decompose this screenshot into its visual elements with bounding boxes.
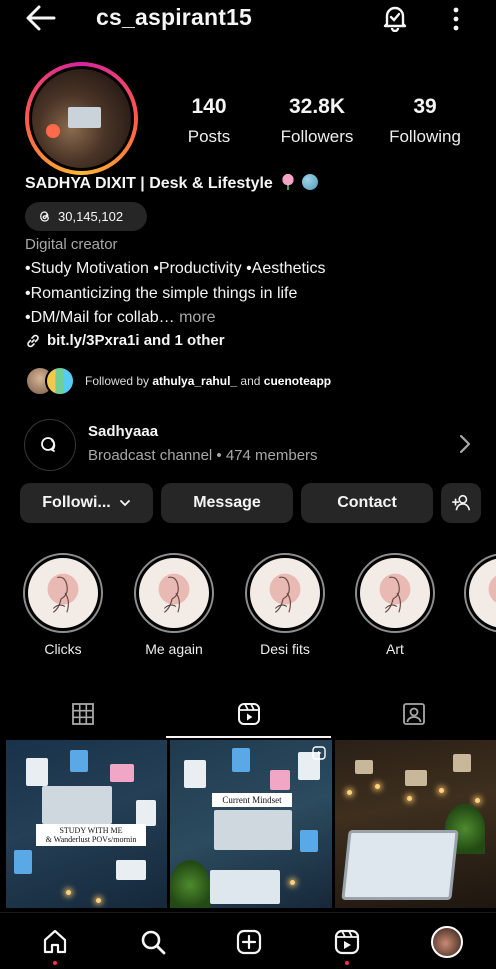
nav-create[interactable] [232, 925, 266, 959]
bio-line-3-text: •DM/Mail for collab… [25, 309, 175, 326]
highlight-cover [28, 558, 98, 628]
chevron-down-icon [119, 500, 130, 507]
followed-by[interactable]: Followed by athulya_rahul_ and cuenoteap… [25, 364, 331, 398]
nav-search[interactable] [136, 925, 170, 959]
post-overlay-text: STUDY WITH ME & Wanderlust POVs/mornin [36, 824, 146, 847]
reels-notification-dot [345, 961, 349, 965]
profile-avatar-small [431, 926, 463, 958]
mutual-follower-name: cuenoteapp [263, 374, 332, 388]
home-notification-dot [53, 961, 57, 965]
profile-avatar-story-ring[interactable] [25, 62, 138, 175]
highlight-cover [139, 558, 209, 628]
search-icon [141, 930, 166, 955]
add-person-button[interactable] [441, 483, 481, 523]
message-button[interactable]: Message [161, 483, 293, 523]
highlight-label: Art [386, 641, 404, 657]
reels-icon [312, 746, 326, 760]
bio-line-2: •Romanticizing the simple things in life [25, 285, 298, 302]
following-stat[interactable]: 39 Following [384, 95, 466, 147]
profile-avatar [32, 69, 131, 168]
reels-icon [237, 703, 260, 725]
laptop-image [341, 830, 459, 900]
more-vertical-icon[interactable] [446, 6, 466, 32]
post-thumbnail[interactable] [335, 740, 496, 908]
followed-by-text: Followed by athulya_rahul_ and cuenoteap… [85, 374, 332, 388]
highlight-desi-fits[interactable]: Desi fits [245, 553, 325, 657]
posts-count: 140 [191, 95, 227, 118]
create-icon [236, 929, 262, 955]
posts-label: Posts [187, 127, 231, 146]
nav-home[interactable] [38, 925, 72, 959]
post-thumbnail[interactable]: STUDY WITH ME & Wanderlust POVs/mornin [6, 740, 167, 908]
posts-stat[interactable]: 140 Posts [170, 95, 248, 147]
nav-reels[interactable] [330, 925, 364, 959]
content-tabs [0, 690, 496, 738]
threads-icon [40, 211, 49, 222]
tab-tagged[interactable] [331, 690, 496, 738]
link-icon [27, 334, 39, 347]
display-name-text: SADHYA DIXIT | Desk & Lifestyle [25, 175, 273, 192]
posts-grid: STUDY WITH ME & Wanderlust POVs/mornin C… [6, 740, 496, 908]
home-icon [43, 929, 67, 954]
following-label: Following [389, 127, 461, 146]
highlight-clicks[interactable]: Clicks [23, 553, 103, 657]
message-button-label: Message [193, 494, 261, 511]
following-button[interactable]: Followi... [20, 483, 153, 523]
rose-emoji-icon [281, 174, 296, 190]
broadcast-channel-row[interactable]: Sadhyaaa Broadcast channel • 474 members [24, 419, 484, 471]
display-name: SADHYA DIXIT | Desk & Lifestyle [25, 174, 318, 193]
highlight-cover [250, 558, 320, 628]
tagged-icon [402, 703, 425, 725]
bottom-navigation [0, 912, 496, 969]
profile-link[interactable]: bit.ly/3Pxra1i and 1 other [25, 332, 225, 349]
tab-posts-grid[interactable] [0, 690, 165, 738]
followers-stat[interactable]: 32.8K Followers [272, 95, 362, 147]
post-thumbnail[interactable]: Current Mindset [170, 740, 332, 908]
threads-count: 30,145,102 [58, 209, 124, 224]
profile-category: Digital creator [25, 236, 118, 253]
contact-button[interactable]: Contact [301, 483, 433, 523]
post-overlay-text: Current Mindset [212, 793, 292, 808]
bell-check-icon[interactable] [381, 4, 409, 32]
followers-label: Followers [280, 127, 354, 146]
chevron-right-icon [459, 434, 471, 454]
add-person-icon [452, 494, 470, 511]
highlight-me-again[interactable]: Me again [134, 553, 214, 657]
bio-line-3: •DM/Mail for collab… more [25, 309, 216, 327]
channel-title: Sadhyaaa [88, 423, 159, 440]
highlight-label: Desi fits [260, 641, 310, 657]
tab-reels[interactable] [166, 690, 331, 738]
profile-username: cs_aspirant15 [96, 4, 253, 30]
following-count: 39 [413, 95, 437, 118]
following-button-label: Followi... [42, 494, 111, 511]
highlight-label: Clicks [44, 641, 82, 657]
reels-nav-icon [334, 929, 360, 955]
mutual-follower-name: athulya_rahul_ [152, 374, 238, 388]
mutual-follower-avatar [45, 366, 75, 396]
channel-subtitle: Broadcast channel • 474 members [88, 447, 318, 464]
highlight-art[interactable]: Art [355, 553, 435, 657]
highlight-cover [360, 558, 430, 628]
broadcast-channel-icon [24, 419, 76, 471]
followers-count: 32.8K [288, 95, 346, 118]
top-bar: cs_aspirant15 [0, 0, 496, 40]
contact-button-label: Contact [337, 494, 397, 511]
bio-line-1: •Study Motivation •Productivity •Aesthet… [25, 260, 326, 277]
grid-icon [71, 703, 94, 725]
nav-profile[interactable] [430, 925, 464, 959]
highlight-label: Me again [145, 641, 203, 657]
highlight-cover [469, 558, 496, 628]
yarn-emoji-icon [301, 174, 318, 190]
bio-more-link[interactable]: more [179, 309, 215, 326]
threads-badge[interactable]: 30,145,102 [25, 202, 147, 231]
back-arrow-icon[interactable] [24, 4, 58, 32]
profile-link-text: bit.ly/3Pxra1i and 1 other [47, 332, 225, 349]
highlight-partial[interactable] [464, 553, 496, 633]
